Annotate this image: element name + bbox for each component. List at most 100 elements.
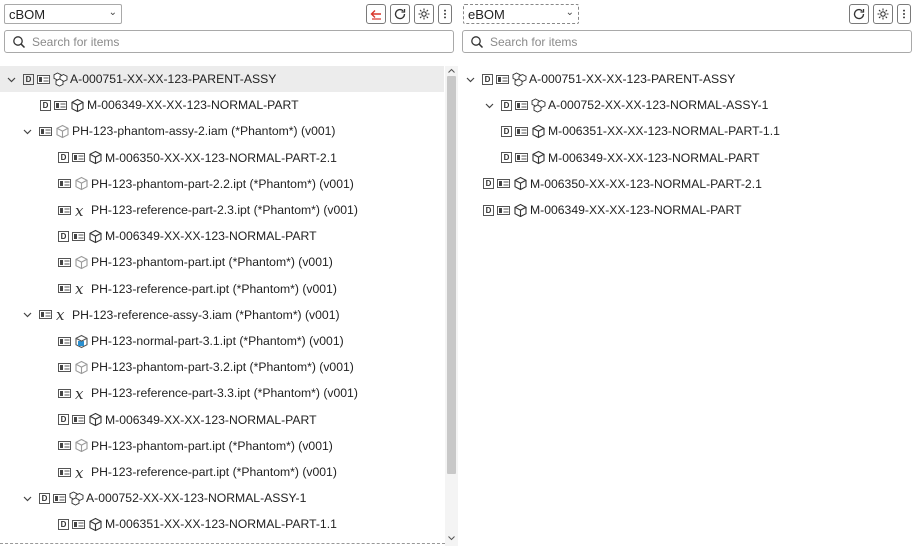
item-card-icon <box>39 310 52 320</box>
tree-row[interactable]: D A-000751-XX-XX-123-PARENT-ASSY <box>0 66 444 92</box>
assembly-icon <box>531 98 546 113</box>
document-badge-icon: D <box>58 518 69 530</box>
phantom-cube-icon <box>75 439 88 453</box>
document-badge-icon: D <box>482 73 493 85</box>
search-icon <box>471 35 484 48</box>
item-card-icon <box>58 441 71 451</box>
expand-toggle[interactable] <box>483 99 495 111</box>
reference-x-icon: x <box>75 465 84 480</box>
tree-row[interactable]: D M-006351-XX-XX-123-NORMAL-PART-1.1 <box>58 511 337 537</box>
tree-row[interactable]: PH-123-normal-part-3.1.ipt (*Phantom*) (… <box>58 328 344 354</box>
tree-row[interactable]: D A-000752-XX-XX-123-NORMAL-ASSY-1 <box>21 485 306 511</box>
chevron-down-icon: ⌄ <box>108 7 117 18</box>
svg-text:x: x <box>75 281 84 296</box>
settings-button[interactable] <box>414 4 434 24</box>
tree-row-label: PH-123-reference-part.ipt (*Phantom*) (v… <box>91 465 337 479</box>
tree-row-label: A-000751-XX-XX-123-PARENT-ASSY <box>529 72 736 86</box>
cbom-search-input[interactable] <box>32 34 412 49</box>
ebom-view-select[interactable]: eBOM ⌄ <box>463 4 579 24</box>
item-card-icon <box>497 205 510 215</box>
tree-row[interactable]: PH-123-phantom-part.ipt (*Phantom*) (v00… <box>58 433 333 459</box>
tree-row[interactable]: D M-006349-XX-XX-123-NORMAL-PART <box>501 145 760 171</box>
refresh-button[interactable] <box>390 4 410 24</box>
tree-row[interactable]: D M-006351-XX-XX-123-NORMAL-PART-1.1 <box>501 118 780 144</box>
item-card-icon <box>58 284 71 294</box>
tree-row[interactable]: x PH-123-reference-part.ipt (*Phantom*) (… <box>58 276 337 302</box>
expand-toggle[interactable] <box>464 73 476 85</box>
document-badge-icon: D <box>501 125 512 137</box>
reference-x-icon: x <box>56 307 65 322</box>
tree-row-label: PH-123-phantom-part-3.2.ipt (*Phantom*) … <box>91 360 354 375</box>
cbom-view-select[interactable]: cBOM ⌄ <box>4 4 122 24</box>
part-cube-icon <box>514 177 527 191</box>
tree-row[interactable]: PH-123-phantom-assy-2.iam (*Phantom*) (v… <box>21 118 336 144</box>
item-card-icon <box>58 336 71 346</box>
tree-row-label: PH-123-phantom-assy-2.iam (*Phantom*) (v… <box>72 124 336 139</box>
document-badge-icon: D <box>23 73 34 85</box>
tree-row-label: PH-123-phantom-part.ipt (*Phantom*) (v00… <box>91 255 333 270</box>
bottom-divider <box>0 543 445 544</box>
tree-row-label: M-006350-XX-XX-123-NORMAL-PART-2.1 <box>530 176 762 191</box>
scroll-up-icon[interactable] <box>447 67 456 75</box>
tree-row-label: PH-123-reference-part-3.3.ipt (*Phantom*… <box>91 386 358 401</box>
tree-row[interactable]: PH-123-phantom-part.ipt (*Phantom*) (v00… <box>58 249 333 275</box>
part-cube-icon <box>89 150 102 165</box>
expand-toggle[interactable] <box>21 309 33 321</box>
ebom-panel: eBOM ⌄ D A-000751-XX-XX-123-PARENT-ASSY D A… <box>459 0 918 546</box>
phantom-cube-icon <box>75 360 88 374</box>
tree-row-label: PH-123-reference-assy-3.iam (*Phantom*) … <box>72 307 340 322</box>
chevron-down-icon <box>23 312 31 318</box>
back-arrow-button[interactable] <box>366 4 386 24</box>
assembly-icon <box>69 491 84 506</box>
item-card-icon <box>72 415 85 425</box>
expand-toggle[interactable] <box>21 492 33 504</box>
tree-row[interactable]: x PH-123-reference-part.ipt (*Phantom*) (… <box>58 459 337 485</box>
tree-row[interactable]: PH-123-phantom-part-2.2.ipt (*Phantom*) … <box>58 171 354 197</box>
scroll-down-icon[interactable] <box>447 534 456 542</box>
item-card-icon <box>497 179 510 189</box>
ebom-search-input[interactable] <box>490 34 870 49</box>
expand-toggle[interactable] <box>21 125 33 137</box>
tree-row[interactable]: D M-006350-XX-XX-123-NORMAL-PART-2.1 <box>483 171 762 197</box>
tree-row[interactable]: D A-000752-XX-XX-123-NORMAL-ASSY-1 <box>483 92 768 118</box>
tree-row[interactable]: D M-006349-XX-XX-123-NORMAL-PART <box>40 92 299 118</box>
tree-row[interactable]: x PH-123-reference-part-3.3.ipt (*Phantom… <box>58 380 358 406</box>
tree-row[interactable]: D A-000751-XX-XX-123-PARENT-ASSY <box>464 66 735 92</box>
tree-row-label: A-000751-XX-XX-123-PARENT-ASSY <box>70 72 277 86</box>
item-card-icon <box>515 153 528 163</box>
tree-row[interactable]: PH-123-phantom-part-3.2.ipt (*Phantom*) … <box>58 354 354 380</box>
refresh-button[interactable] <box>849 4 869 24</box>
scrollbar-thumb[interactable] <box>447 76 456 474</box>
document-badge-icon: D <box>40 99 51 111</box>
item-card-icon <box>54 100 67 110</box>
item-card-icon <box>72 231 85 241</box>
item-card-icon <box>58 362 71 372</box>
cbom-scrollbar[interactable] <box>445 66 458 546</box>
more-button[interactable] <box>897 4 911 24</box>
svg-text:x: x <box>75 203 84 218</box>
item-card-icon <box>496 74 509 84</box>
tree-row[interactable]: D M-006349-XX-XX-123-NORMAL-PART <box>483 197 742 223</box>
tree-row[interactable]: D M-006349-XX-XX-123-NORMAL-PART <box>58 223 317 249</box>
item-card-icon <box>37 74 50 84</box>
expand-toggle[interactable] <box>5 73 17 85</box>
item-card-icon <box>58 467 71 477</box>
settings-button[interactable] <box>873 4 893 24</box>
chevron-down-icon <box>23 496 31 502</box>
tree-row[interactable]: D M-006349-XX-XX-123-NORMAL-PART <box>58 407 317 433</box>
normal-part-cube-icon <box>75 334 88 348</box>
back-arrow-icon <box>370 10 381 20</box>
chevron-down-icon <box>485 103 493 109</box>
reference-x-icon: x <box>75 386 84 401</box>
document-badge-icon: D <box>39 492 50 504</box>
tree-row[interactable]: D M-006350-XX-XX-123-NORMAL-PART-2.1 <box>58 145 337 171</box>
tree-row-label: M-006349-XX-XX-123-NORMAL-PART <box>105 412 317 427</box>
chevron-down-icon <box>466 77 474 82</box>
more-button[interactable] <box>438 4 452 24</box>
tree-row[interactable]: x PH-123-reference-part-2.3.ipt (*Phantom… <box>58 197 358 223</box>
ebom-search-field[interactable] <box>462 30 912 53</box>
tree-row[interactable]: x PH-123-reference-assy-3.iam (*Phantom*)… <box>21 302 340 328</box>
cbom-search-field[interactable] <box>4 30 454 53</box>
item-card-icon <box>72 153 85 163</box>
item-card-icon <box>58 205 71 215</box>
